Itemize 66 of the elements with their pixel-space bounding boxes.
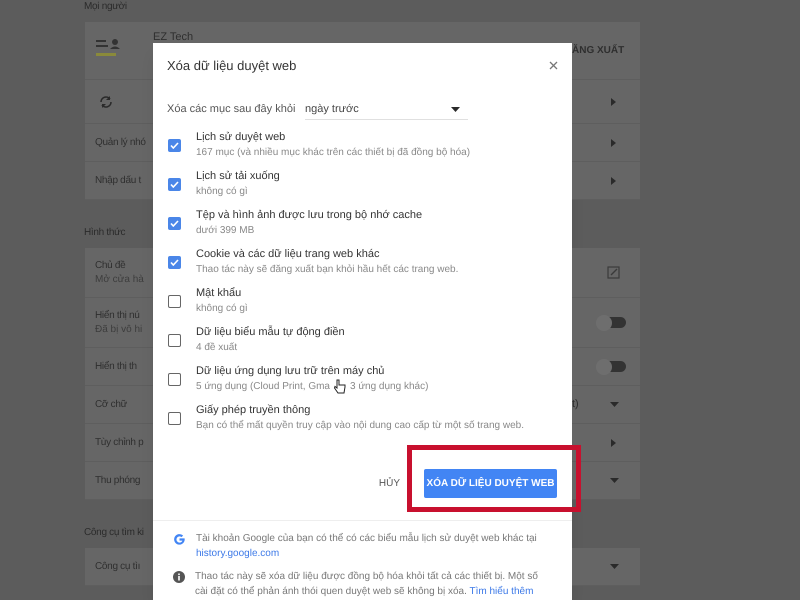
setting-label: Nhập dấu t <box>95 174 141 188</box>
checkmark-icon <box>170 142 179 148</box>
note-link[interactable]: Tìm hiểu thêm <box>469 586 534 596</box>
option-detail: dưới 399 MB <box>196 224 254 238</box>
clear-data-button[interactable]: XÓA DỮ LIỆU DUYỆT WEB <box>424 468 557 498</box>
dropdown-arrow-icon <box>610 478 619 483</box>
checkbox[interactable] <box>168 294 181 308</box>
info-icon <box>173 570 185 582</box>
account-name: EZ Tech <box>153 31 194 43</box>
setting-label: Hiển thị nú <box>95 308 141 322</box>
option-detail: 4 đề xuất <box>196 341 238 355</box>
setting-label: Cỡ chữ <box>95 398 128 412</box>
checkbox[interactable] <box>168 138 181 152</box>
checkbox[interactable] <box>168 256 181 268</box>
setting-label: Quản lý nhó <box>95 136 146 150</box>
note-link[interactable]: history.google.com <box>196 548 280 558</box>
checkbox[interactable] <box>168 372 181 386</box>
google-logo-icon <box>173 532 186 546</box>
checkbox[interactable] <box>168 412 181 424</box>
chevron-right-icon <box>611 438 616 446</box>
dialog-title: Xóa dữ liệu duyệt web <box>167 57 296 75</box>
checkmark-icon <box>170 180 179 188</box>
setting-label: Chủ đề <box>95 258 126 272</box>
setting-label: Hiển thị th <box>95 360 137 374</box>
option-detail: không có gì <box>196 302 248 316</box>
option-label: Lịch sử duyệt web <box>196 130 286 145</box>
checkbox[interactable] <box>168 216 181 230</box>
option-label: Tệp và hình ảnh được lưu trong bộ nhớ cache <box>196 208 422 223</box>
option-detail: Bạn có thể mất quyền truy cập vào nội dung cao cấp từ một số trang web. <box>196 418 524 433</box>
option-detail: 167 mục (và nhiều mục khác trên các thiết bị đã đồng bộ hóa) <box>196 146 470 160</box>
setting-label: Công cụ tìı <box>95 560 140 574</box>
option-label: Dữ liệu biểu mẫu tự động điền <box>196 325 345 340</box>
sync-icon <box>99 94 113 108</box>
option-label: Mật khẩu <box>196 286 242 301</box>
dropdown-arrow-icon <box>451 106 460 112</box>
checkmark-icon <box>170 258 179 266</box>
checkbox[interactable] <box>168 334 181 346</box>
setting-label: Thu phóng <box>95 474 140 488</box>
chevron-right-icon <box>611 176 616 184</box>
chevron-right-icon <box>611 98 616 106</box>
chevron-right-icon <box>611 138 616 146</box>
toggle-switch[interactable] <box>596 316 626 330</box>
edit-icon[interactable] <box>607 266 620 279</box>
note-text: Tài khoản Google của bạn có thể có các biểu mẫu lịch sử duyệt web khác tại history.google.com <box>196 531 538 560</box>
option-detail: không có gì <box>196 185 248 199</box>
select-value: t) <box>572 397 579 412</box>
option-detail: 3 ứng dụng khác) <box>350 380 428 394</box>
option-label: Lịch sử tải xuống <box>196 169 280 184</box>
checkmark-icon <box>170 220 179 226</box>
time-range-label: Xóa các mục sau đây khỏi <box>167 102 296 118</box>
cancel-button[interactable]: HỦY <box>378 476 400 490</box>
dropdown-arrow-icon <box>610 564 619 569</box>
hand-cursor-icon <box>334 379 346 394</box>
option-label: Cookie và các dữ liệu trang web khác <box>196 247 380 262</box>
checkbox[interactable] <box>168 178 181 190</box>
option-detail: 5 ứng dụng (Cloud Print, Gma <box>196 380 330 394</box>
dropdown-arrow-icon <box>610 402 619 407</box>
sign-out-link[interactable]: ĂNG XUẤT <box>572 43 624 58</box>
close-icon[interactable] <box>549 61 558 70</box>
option-label: Dữ liệu ứng dụng lưu trữ trên máy chủ <box>196 364 386 379</box>
setting-label: Tùy chỉnh p <box>95 436 144 450</box>
toggle-switch[interactable] <box>596 360 626 374</box>
note-text: Thao tác này sẽ xóa dữ liệu được đồng bộ hóa khỏi tất cả các thiết bị. Một số cài đặt có thể phản ánh thói quen duyệt web sẽ không bị xóa. Tìm hiểu thêm <box>195 570 539 598</box>
time-range-select[interactable]: ngày trước <box>305 100 468 120</box>
option-label: Giấy phép truyền thông <box>196 403 312 418</box>
option-detail: Thao tác này sẽ đăng xuất bạn khỏi hầu hết các trang web. <box>196 263 458 277</box>
